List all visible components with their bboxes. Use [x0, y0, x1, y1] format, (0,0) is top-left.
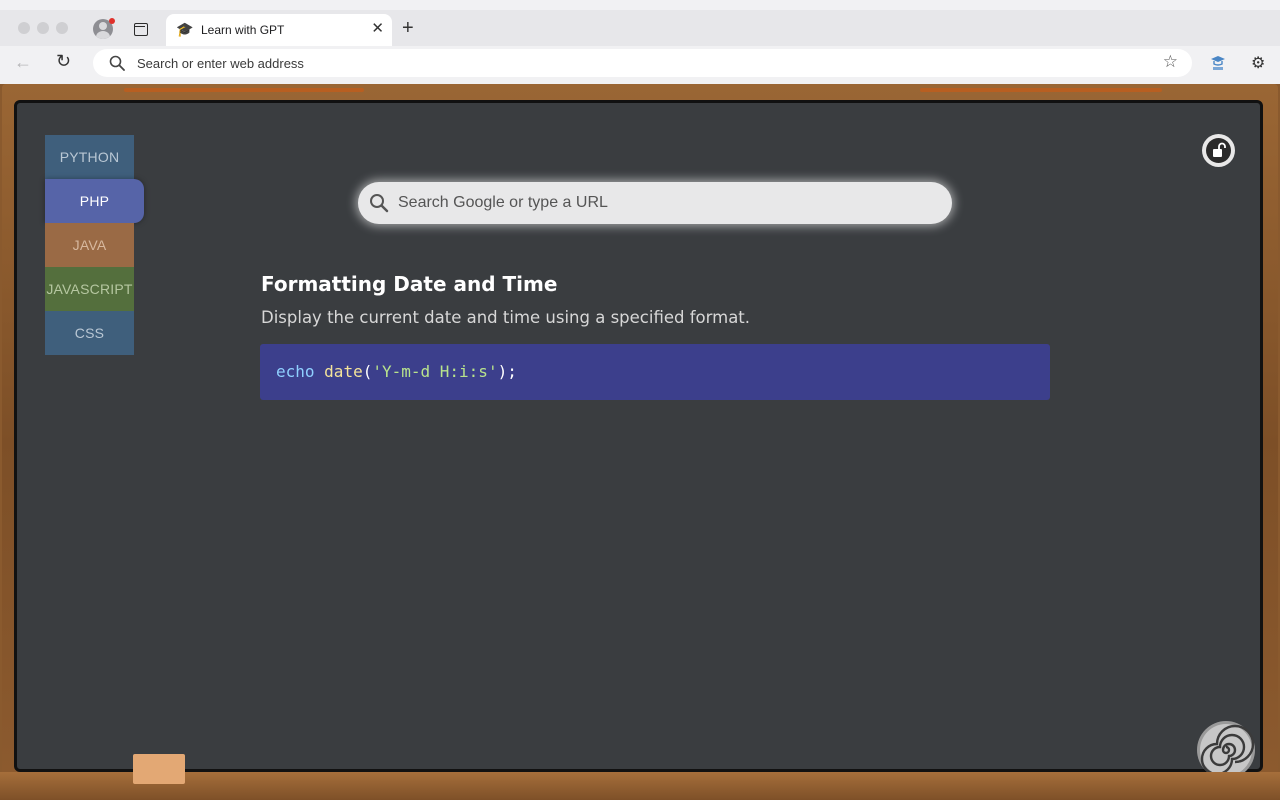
plus-icon[interactable]: + — [402, 18, 414, 38]
browser-chrome: 🎓 Learn with GPT ✕ + ← ↻ ☆ ⚙ — [0, 0, 1280, 84]
search-box[interactable] — [358, 182, 952, 224]
tab-javascript[interactable]: JAVASCRIPT — [45, 267, 134, 311]
code-function: date — [324, 362, 363, 381]
chalkboard: PYTHON PHP JAVA JAVASCRIPT CSS Formattin… — [14, 100, 1263, 779]
window-close-button[interactable] — [18, 22, 30, 34]
code-block[interactable]: echo date('Y-m-d H:i:s'); — [260, 344, 1050, 400]
frame-highlight — [920, 88, 1162, 92]
window-zoom-button[interactable] — [56, 22, 68, 34]
gpt-extension-icon[interactable] — [1210, 54, 1226, 72]
snippet-description: Display the current date and time using … — [261, 308, 751, 327]
chalk-tray — [0, 772, 1280, 800]
search-icon — [370, 194, 389, 213]
reload-icon[interactable]: ↻ — [56, 51, 71, 72]
spiral-logo-icon[interactable] — [1196, 720, 1256, 780]
star-icon[interactable]: ☆ — [1163, 52, 1178, 72]
eraser — [133, 754, 185, 784]
graduation-cap-icon: 🎓 — [176, 21, 194, 37]
notification-dot — [109, 18, 115, 24]
lock-button[interactable] — [1202, 134, 1235, 167]
code-keyword: echo — [276, 362, 315, 381]
tab-css[interactable]: CSS — [45, 311, 134, 355]
snippet-title: Formatting Date and Time — [261, 272, 558, 296]
tab-java[interactable]: JAVA — [45, 223, 134, 267]
back-arrow-icon[interactable]: ← — [14, 52, 32, 73]
window-minimize-button[interactable] — [37, 22, 49, 34]
address-bar[interactable]: ☆ — [93, 49, 1192, 77]
search-input[interactable] — [398, 191, 928, 215]
search-icon — [109, 55, 125, 71]
lock-icon — [1206, 138, 1231, 163]
code-string: 'Y-m-d H:i:s' — [372, 362, 498, 381]
tab-title: Learn with GPT — [201, 23, 285, 37]
address-input[interactable] — [137, 53, 1117, 73]
code-open-paren: ( — [362, 362, 373, 381]
page-content: PYTHON PHP JAVA JAVASCRIPT CSS Formattin… — [0, 84, 1280, 800]
puzzle-icon[interactable]: ⚙ — [1251, 53, 1265, 73]
code-close: ); — [497, 362, 517, 381]
close-icon[interactable]: ✕ — [371, 21, 384, 37]
frame-highlight — [124, 88, 364, 92]
tab-php[interactable]: PHP — [45, 179, 144, 223]
sidebar-icon[interactable] — [134, 23, 148, 36]
tab-python[interactable]: PYTHON — [45, 135, 134, 179]
browser-tab[interactable]: 🎓 Learn with GPT ✕ — [166, 14, 392, 46]
